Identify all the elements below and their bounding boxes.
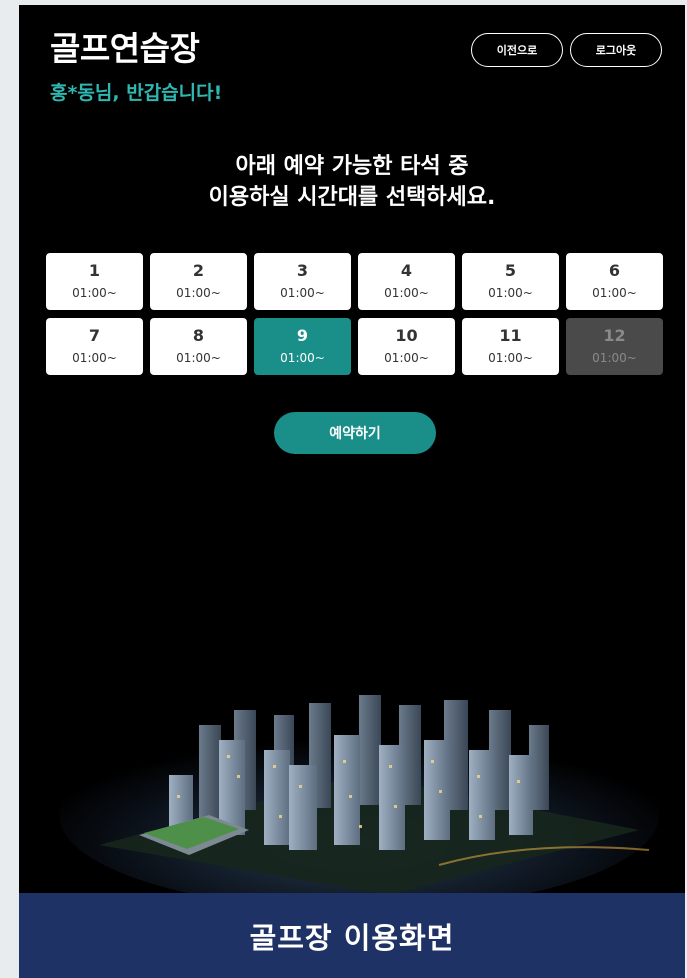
slot-number: 8 bbox=[192, 326, 205, 345]
instruction-line-1: 아래 예약 가능한 타석 중 bbox=[235, 154, 469, 179]
slot-9[interactable]: 9 01:00~ bbox=[254, 318, 351, 375]
slot-time: 01:00~ bbox=[176, 351, 221, 365]
instruction-text: 아래 예약 가능한 타석 중 이용하실 시간대를 선택하세요. bbox=[19, 151, 685, 213]
slot-time: 01:00~ bbox=[384, 286, 429, 300]
slot-number: 11 bbox=[499, 326, 522, 345]
slot-time: 01:00~ bbox=[592, 286, 637, 300]
footer-label: 골프장 이용화면 bbox=[249, 920, 455, 955]
slot-11[interactable]: 11 01:00~ bbox=[462, 318, 559, 375]
instruction-line-2: 이용하실 시간대를 선택하세요. bbox=[208, 185, 496, 210]
slot-number: 9 bbox=[296, 326, 309, 345]
cityscape-illustration bbox=[59, 695, 659, 895]
slot-number: 12 bbox=[603, 326, 626, 345]
logout-button[interactable]: 로그아웃 bbox=[570, 33, 662, 67]
slot-time: 01:00~ bbox=[488, 286, 533, 300]
slot-number: 2 bbox=[192, 261, 205, 280]
slot-4[interactable]: 4 01:00~ bbox=[358, 253, 455, 310]
slot-2[interactable]: 2 01:00~ bbox=[150, 253, 247, 310]
slot-number: 3 bbox=[296, 261, 309, 280]
slot-time: 01:00~ bbox=[72, 286, 117, 300]
slot-number: 10 bbox=[395, 326, 418, 345]
slot-grid: 1 01:00~ 2 01:00~ 3 01:00~ 4 01:00~ 5 01:00~ … bbox=[46, 253, 663, 375]
prev-button[interactable]: 이전으로 bbox=[471, 33, 563, 67]
slot-10[interactable]: 10 01:00~ bbox=[358, 318, 455, 375]
slot-time: 01:00~ bbox=[72, 351, 117, 365]
slot-7[interactable]: 7 01:00~ bbox=[46, 318, 143, 375]
slot-time: 01:00~ bbox=[176, 286, 221, 300]
slot-number: 1 bbox=[88, 261, 101, 280]
slot-number: 5 bbox=[504, 261, 517, 280]
slot-8[interactable]: 8 01:00~ bbox=[150, 318, 247, 375]
slot-time: 01:00~ bbox=[592, 351, 637, 365]
greeting-text: 홍*동님, 반갑습니다! bbox=[50, 82, 223, 104]
slot-5[interactable]: 5 01:00~ bbox=[462, 253, 559, 310]
slot-12: 12 01:00~ bbox=[566, 318, 663, 375]
footer-banner: 골프장 이용화면 bbox=[19, 893, 685, 978]
slot-number: 7 bbox=[88, 326, 101, 345]
slot-time: 01:00~ bbox=[488, 351, 533, 365]
slot-6[interactable]: 6 01:00~ bbox=[566, 253, 663, 310]
slot-number: 6 bbox=[608, 261, 621, 280]
slot-3[interactable]: 3 01:00~ bbox=[254, 253, 351, 310]
slot-1[interactable]: 1 01:00~ bbox=[46, 253, 143, 310]
slot-time: 01:00~ bbox=[280, 286, 325, 300]
slot-number: 4 bbox=[400, 261, 413, 280]
slot-time: 01:00~ bbox=[280, 351, 325, 365]
page-title: 골프연습장 bbox=[50, 29, 200, 68]
slot-time: 01:00~ bbox=[384, 351, 429, 365]
app-screen: 골프연습장 홍*동님, 반갑습니다! 이전으로 로그아웃 아래 예약 가능한 타… bbox=[19, 5, 685, 978]
reserve-button[interactable]: 예약하기 bbox=[274, 412, 436, 454]
